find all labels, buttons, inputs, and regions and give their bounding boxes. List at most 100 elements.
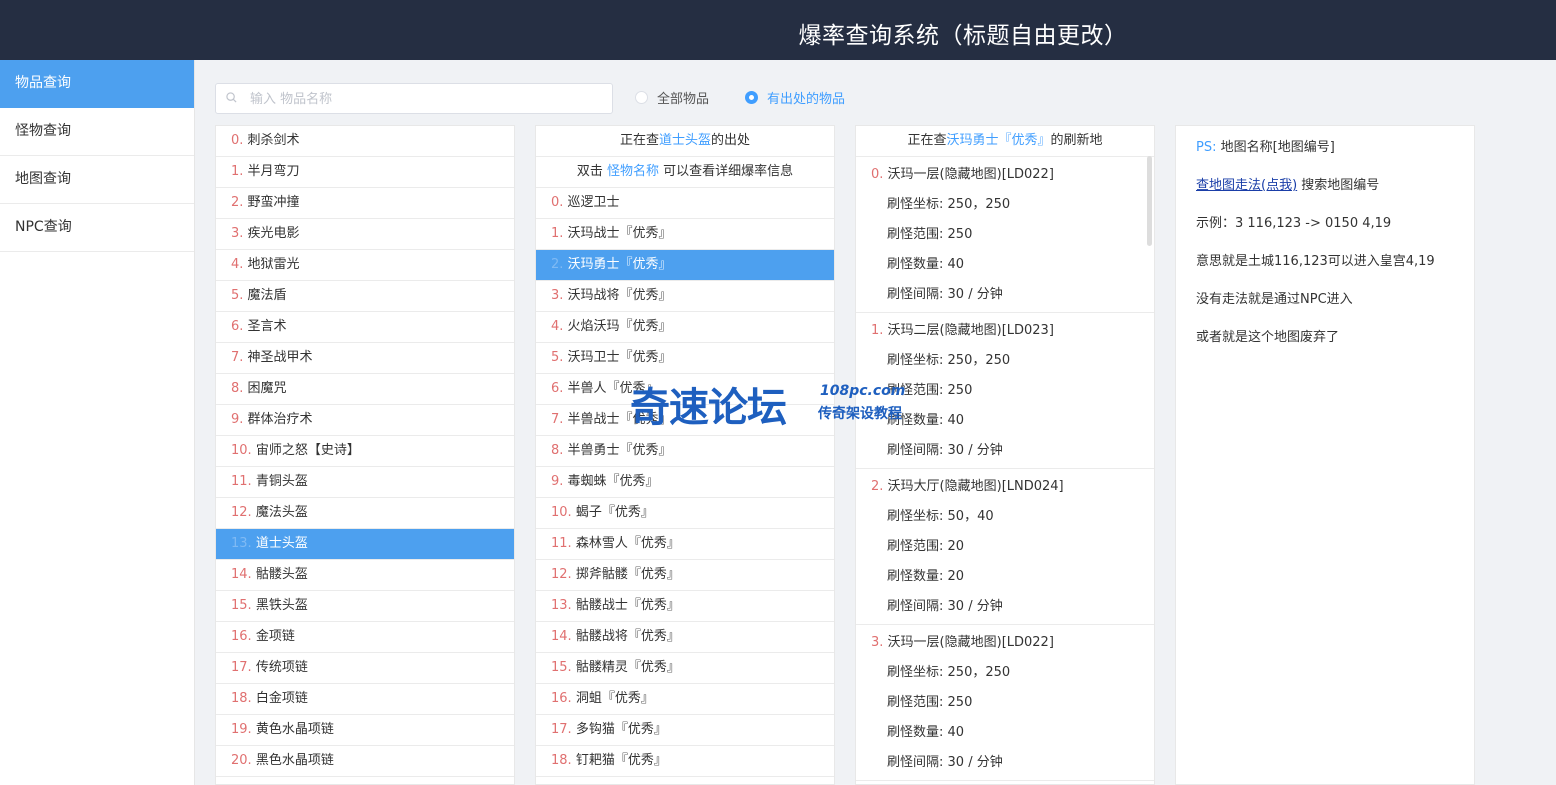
scrollbar-thumb[interactable] (1147, 156, 1152, 246)
item-row[interactable]: 18. 白金项链 (216, 684, 514, 715)
map-coord-line: 刷怪坐标: 250，250 (856, 346, 1154, 376)
item-row[interactable]: 11. 青铜头盔 (216, 467, 514, 498)
monster-index: 14. (551, 629, 572, 644)
item-row[interactable]: 19. 黄色水晶项链 (216, 715, 514, 746)
monster-row[interactable]: 8. 半兽勇士『优秀』 (536, 436, 834, 467)
item-row[interactable]: 17. 传统项链 (216, 653, 514, 684)
item-row[interactable]: 12. 魔法头盔 (216, 498, 514, 529)
item-name: 刺杀剑术 (247, 133, 300, 148)
item-row[interactable]: 2. 野蛮冲撞 (216, 188, 514, 219)
monster-row[interactable]: 18. 钉耙猫『优秀』 (536, 746, 834, 777)
item-name: 黄色水晶项链 (255, 722, 334, 737)
item-name: 骷髅头盔 (255, 567, 308, 582)
map-title[interactable]: 0. 沃玛一层(隐藏地图)[LD022] (856, 160, 1154, 190)
monsters-hint: 双击 怪物名称 可以查看详细爆率信息 (536, 157, 834, 188)
monster-row[interactable]: 3. 沃玛战将『优秀』 (536, 281, 834, 312)
item-row[interactable]: 4. 地狱雷光 (216, 250, 514, 281)
monster-row[interactable]: 7. 半兽战士『优秀』 (536, 405, 834, 436)
hint-suffix: 可以查看详细爆率信息 (663, 164, 794, 179)
item-row[interactable]: 16. 金项链 (216, 622, 514, 653)
map-index: 2. (871, 479, 884, 494)
item-row[interactable]: 1. 半月弯刀 (216, 157, 514, 188)
item-index: 5. (231, 288, 244, 303)
hint-monster-name: 怪物名称 (606, 164, 659, 179)
radio-items-with-source[interactable]: 有出处的物品 (745, 88, 845, 107)
header-prefix: 正在查 (619, 133, 659, 148)
item-index: 19. (231, 722, 252, 737)
map-interval-label: 刷怪间隔: (887, 755, 944, 770)
monsters-header: 正在查道士头盔的出处 (536, 126, 834, 157)
header-prefix: 正在查 (907, 133, 947, 148)
item-row[interactable]: 6. 圣言术 (216, 312, 514, 343)
monster-name: 半兽勇士『优秀』 (567, 443, 672, 458)
item-row[interactable]: 0. 刺杀剑术 (216, 126, 514, 157)
radio-all-items[interactable]: 全部物品 (635, 88, 709, 107)
monster-name: 洞蛆『优秀』 (575, 691, 654, 706)
sidebar-item-npc[interactable]: NPC查询 (0, 204, 194, 252)
item-name: 神圣战甲术 (247, 350, 313, 365)
map-count-label: 刷怪数量: (887, 725, 944, 740)
monster-name: 巡逻卫士 (567, 195, 620, 210)
monster-row[interactable]: 2. 沃玛勇士『优秀』 (536, 250, 834, 281)
item-row[interactable]: 15. 黑铁头盔 (216, 591, 514, 622)
map-title[interactable]: 2. 沃玛大厅(隐藏地图)[LND024] (856, 472, 1154, 502)
map-name: 沃玛一层(隐藏地图)[LD022] (887, 635, 1054, 650)
map-interval-label: 刷怪间隔: (887, 599, 944, 614)
map-title[interactable]: 1. 沃玛二层(隐藏地图)[LD023] (856, 316, 1154, 346)
map-range-value: 250 (947, 383, 973, 398)
map-route-link[interactable]: 查地图走法(点我) (1196, 178, 1297, 193)
item-row[interactable]: 13. 道士头盔 (216, 529, 514, 560)
note-no-path: 没有走法就是通过NPC进入 (1196, 292, 1353, 307)
hint-prefix: 双击 (576, 164, 603, 179)
monster-row[interactable]: 15. 骷髅精灵『优秀』 (536, 653, 834, 684)
map-range-label: 刷怪范围: (887, 539, 944, 554)
monster-row[interactable]: 13. 骷髅战士『优秀』 (536, 591, 834, 622)
item-row[interactable]: 5. 魔法盾 (216, 281, 514, 312)
monsters-panel: 正在查道士头盔的出处 双击 怪物名称 可以查看详细爆率信息 0. 巡逻卫士 1. … (535, 125, 835, 785)
monster-name: 沃玛卫士『优秀』 (567, 350, 672, 365)
monster-name: 毒蜘蛛『优秀』 (567, 474, 659, 489)
monster-row[interactable]: 16. 洞蛆『优秀』 (536, 684, 834, 715)
map-coord-value: 250，250 (947, 353, 1011, 368)
monster-name: 半兽人『优秀』 (567, 381, 659, 396)
sidebar-item-items[interactable]: 物品查询 (0, 60, 194, 108)
monster-row[interactable]: 0. 巡逻卫士 (536, 188, 834, 219)
monster-row[interactable]: 5. 沃玛卫士『优秀』 (536, 343, 834, 374)
monster-name: 沃玛战将『优秀』 (567, 288, 672, 303)
map-title[interactable]: 3. 沃玛一层(隐藏地图)[LD022] (856, 628, 1154, 658)
sidebar-item-monsters[interactable]: 怪物查询 (0, 108, 194, 156)
search-box (215, 83, 613, 115)
monster-index: 6. (551, 381, 564, 396)
map-coord-label: 刷怪坐标: (887, 353, 944, 368)
header-item-name: 道士头盔 (658, 133, 711, 148)
map-count-label: 刷怪数量: (887, 569, 944, 584)
monster-row[interactable]: 4. 火焰沃玛『优秀』 (536, 312, 834, 343)
monster-row[interactable]: 6. 半兽人『优秀』 (536, 374, 834, 405)
monster-row[interactable]: 12. 掷斧骷髅『优秀』 (536, 560, 834, 591)
item-row[interactable]: 3. 疾光电影 (216, 219, 514, 250)
map-range-value: 250 (947, 227, 973, 242)
monster-row[interactable]: 10. 蝎子『优秀』 (536, 498, 834, 529)
link-suffix: 搜索地图编号 (1301, 178, 1380, 193)
monster-row[interactable]: 1. 沃玛战士『优秀』 (536, 219, 834, 250)
item-row[interactable]: 8. 困魔咒 (216, 374, 514, 405)
item-row[interactable]: 10. 宙师之怒【史诗】 (216, 436, 514, 467)
monster-name: 钉耙猫『优秀』 (575, 753, 667, 768)
item-row[interactable]: 9. 群体治疗术 (216, 405, 514, 436)
monster-name: 沃玛勇士『优秀』 (567, 257, 672, 272)
note-link-line: 查地图走法(点我) 搜索地图编号 (1196, 167, 1454, 205)
map-interval-value: 30 / 分钟 (947, 443, 1003, 458)
item-row[interactable]: 20. 黑色水晶项链 (216, 746, 514, 777)
map-count-line: 刷怪数量: 20 (856, 562, 1154, 592)
item-row[interactable]: 14. 骷髅头盔 (216, 560, 514, 591)
item-index: 4. (231, 257, 244, 272)
monster-name: 多钩猫『优秀』 (575, 722, 667, 737)
monster-index: 10. (551, 505, 572, 520)
monster-row[interactable]: 17. 多钩猫『优秀』 (536, 715, 834, 746)
item-row[interactable]: 7. 神圣战甲术 (216, 343, 514, 374)
search-input[interactable] (248, 84, 602, 115)
sidebar-item-maps[interactable]: 地图查询 (0, 156, 194, 204)
monster-row[interactable]: 14. 骷髅战将『优秀』 (536, 622, 834, 653)
monster-row[interactable]: 11. 森林雪人『优秀』 (536, 529, 834, 560)
monster-row[interactable]: 9. 毒蜘蛛『优秀』 (536, 467, 834, 498)
